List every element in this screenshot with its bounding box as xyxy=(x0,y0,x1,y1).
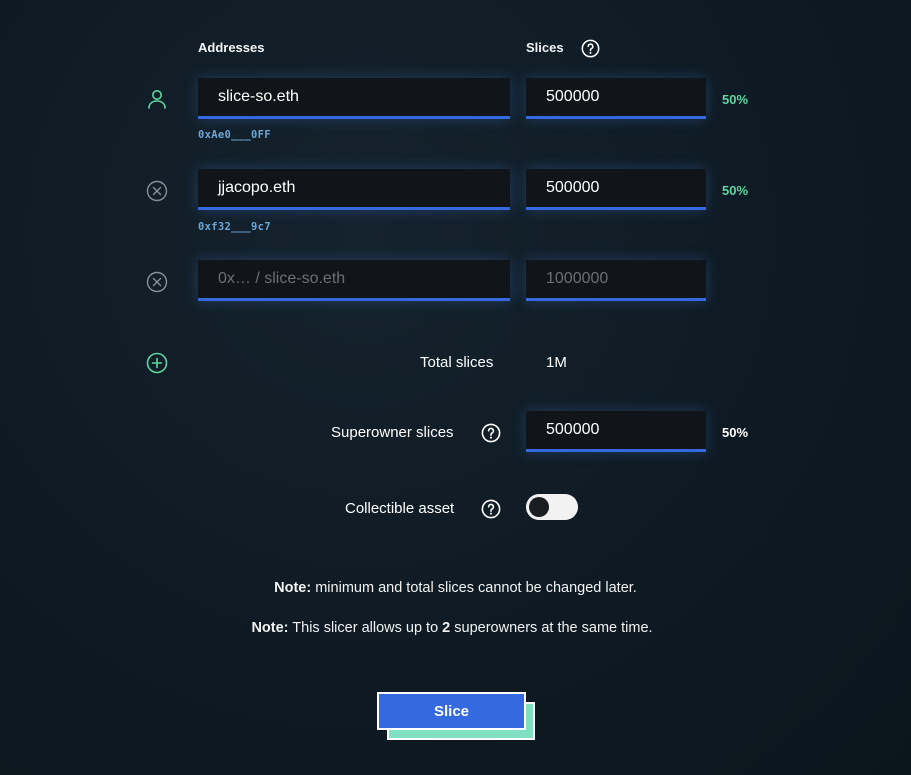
collectible-toggle[interactable] xyxy=(526,494,578,520)
slices-field-1[interactable]: 500000 xyxy=(526,78,706,119)
slices-value-2: 500000 xyxy=(546,179,600,196)
total-slices-value: 1M xyxy=(546,354,567,371)
total-slices-label: Total slices xyxy=(420,354,494,371)
address-field-2[interactable]: jjacopo.eth xyxy=(198,169,510,210)
note-minimum-slices: Note: minimum and total slices cannot be… xyxy=(0,580,911,596)
note-bold-1: Note: xyxy=(274,580,312,596)
remove-circle-icon[interactable] xyxy=(146,180,168,202)
address-input-3[interactable] xyxy=(218,270,510,288)
note-bold-2: Note: xyxy=(251,620,289,636)
slices-header: Slices xyxy=(526,40,564,55)
superowner-slices-value: 500000 xyxy=(546,421,600,438)
note-text-2b: superowners at the same time. xyxy=(450,620,653,636)
slice-button[interactable]: Slice xyxy=(377,692,526,730)
slices-value-1: 500000 xyxy=(546,88,600,105)
slices-field-3[interactable] xyxy=(526,260,706,301)
address-value-1: slice-so.eth xyxy=(218,88,299,105)
remove-circle-icon[interactable] xyxy=(146,271,168,293)
superowner-slices-field[interactable]: 500000 xyxy=(526,411,706,452)
add-circle-icon[interactable] xyxy=(146,352,168,374)
percent-1: 50% xyxy=(722,92,749,107)
address-value-2: jjacopo.eth xyxy=(218,179,296,196)
superowner-slices-label: Superowner slices xyxy=(331,424,454,441)
addresses-header: Addresses xyxy=(198,40,265,55)
address-field-3[interactable] xyxy=(198,260,510,301)
slices-field-2[interactable]: 500000 xyxy=(526,169,706,210)
toggle-knob xyxy=(529,497,549,517)
note-text-1: minimum and total slices cannot be chang… xyxy=(311,580,637,596)
user-icon xyxy=(148,90,166,109)
resolved-address-1: 0xAe0___0FF xyxy=(198,129,271,141)
collectible-asset-label: Collectible asset xyxy=(345,500,455,517)
slices-input-3[interactable] xyxy=(546,270,706,288)
address-field-1[interactable]: slice-so.eth xyxy=(198,78,510,119)
note-text-2a: This slicer allows up to xyxy=(288,620,443,636)
superowner-help-icon[interactable] xyxy=(481,423,501,443)
collectible-help-icon[interactable] xyxy=(481,499,501,519)
slices-help-icon[interactable] xyxy=(581,39,600,58)
resolved-address-2: 0xf32___9c7 xyxy=(198,221,271,233)
note-superowners: Note: This slicer allows up to 2 superow… xyxy=(0,620,904,636)
percent-2: 50% xyxy=(722,183,749,198)
superowner-percent: 50% xyxy=(722,425,749,440)
